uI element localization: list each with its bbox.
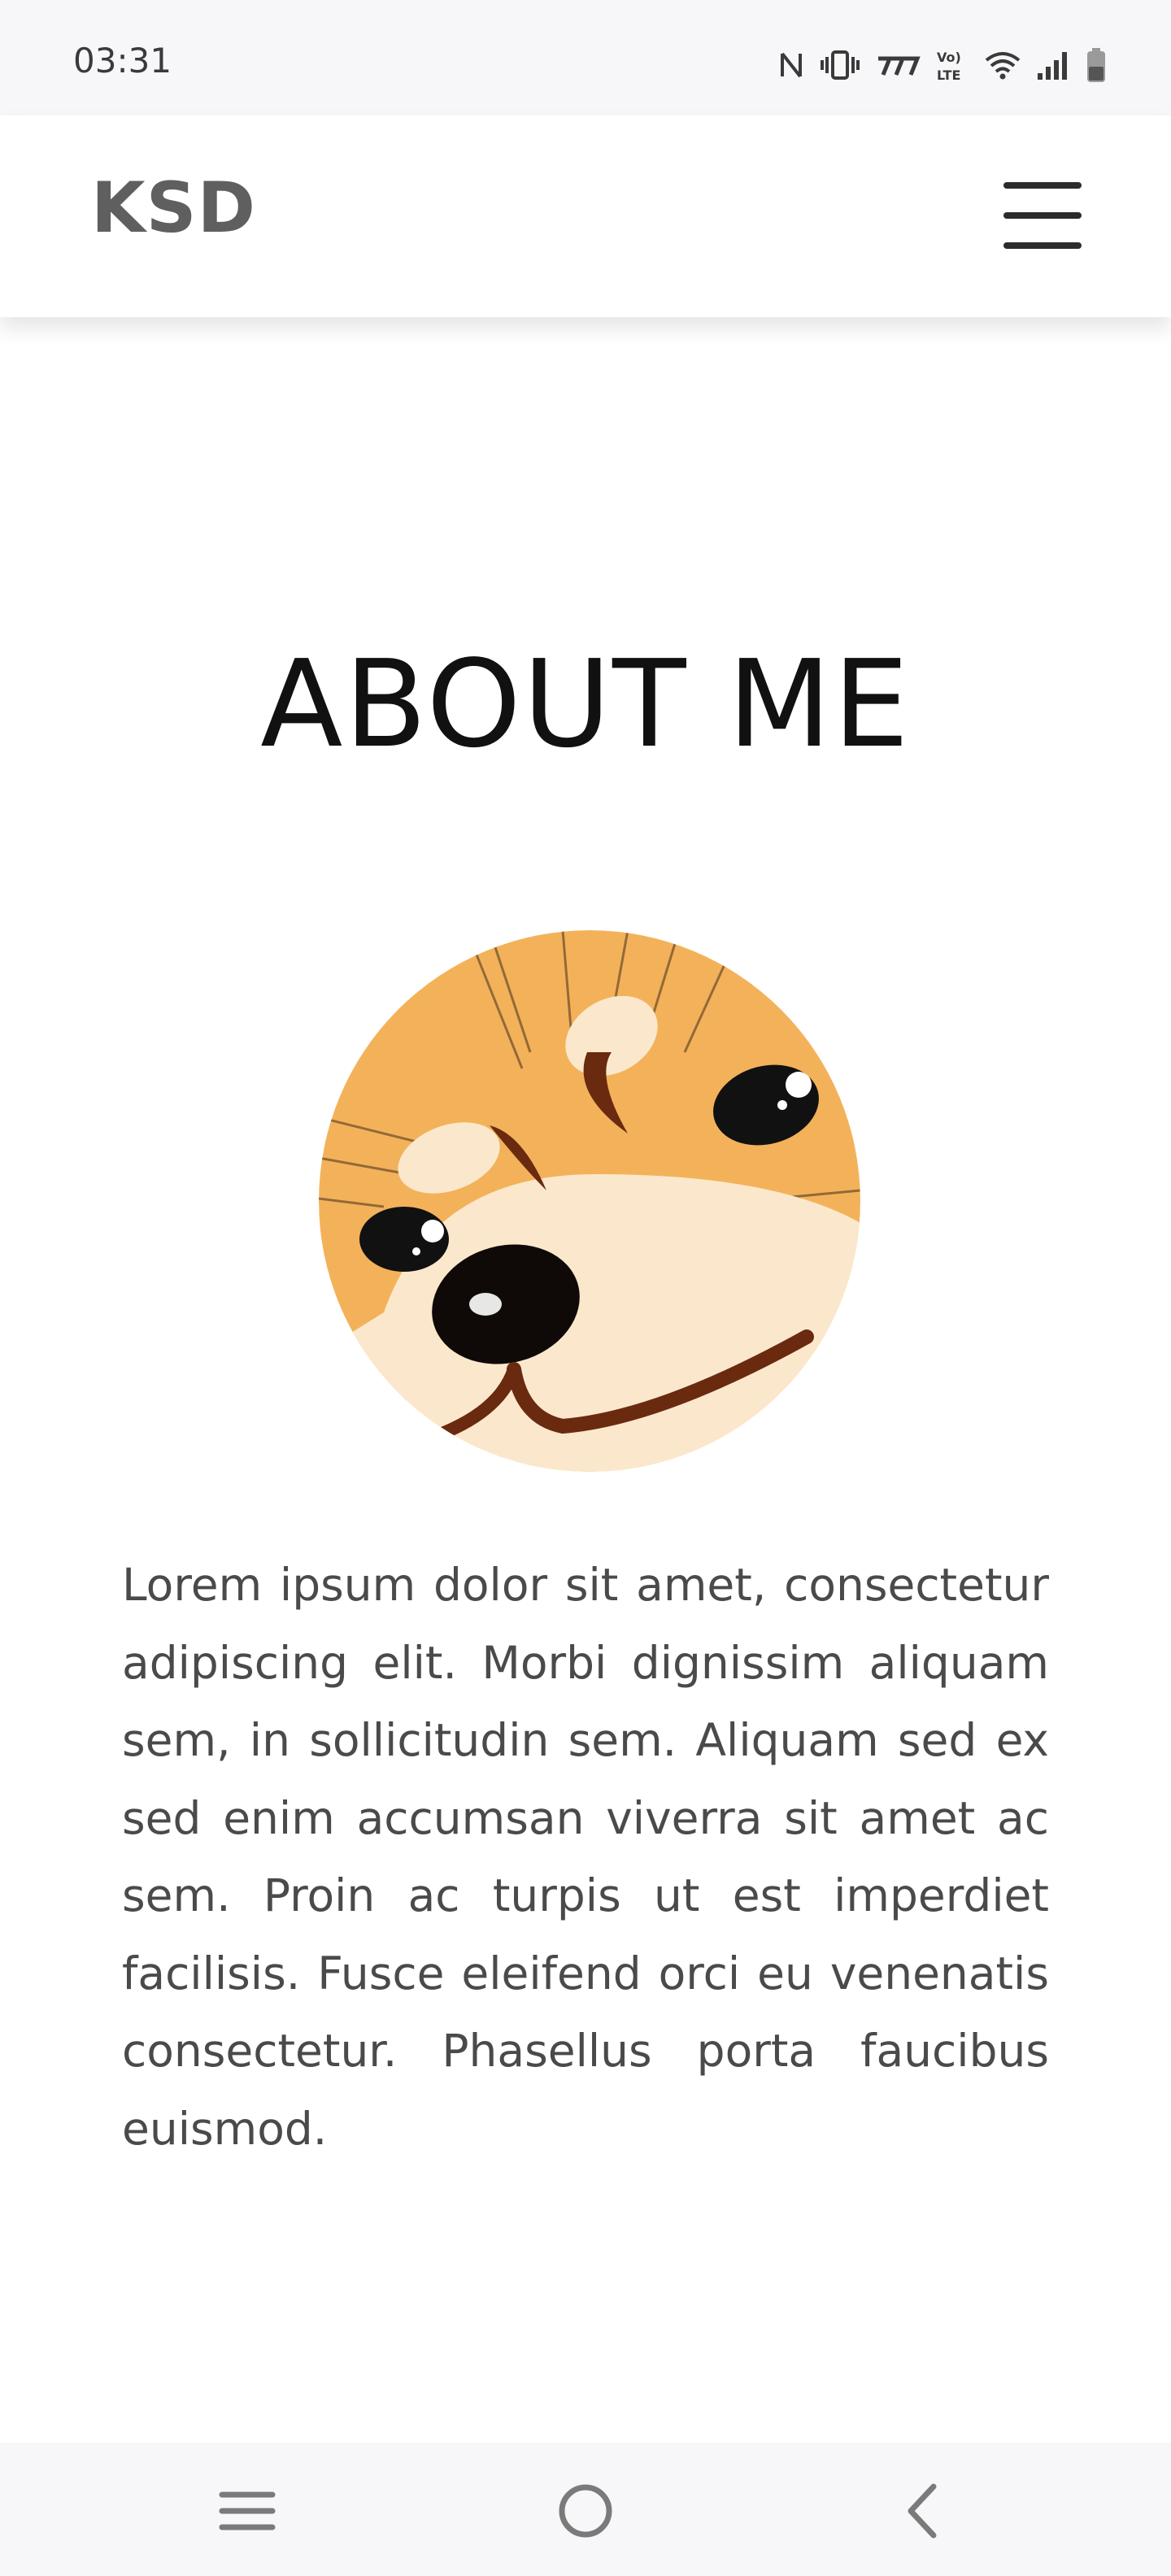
hamburger-line [1003,212,1082,219]
page-title: ABOUT ME [260,634,911,774]
wifi-icon [984,49,1021,81]
status-time: 03:31 [73,41,172,80]
back-icon[interactable] [890,2478,955,2543]
hamburger-line [1003,182,1082,189]
recent-apps-icon[interactable] [215,2478,280,2543]
vibrate-icon [820,49,860,81]
svg-text:Vo): Vo) [937,50,961,65]
signal-icon [1036,49,1072,81]
avatar [319,930,860,1472]
carrier-icon [875,49,921,81]
status-icons: Vo) LTE [777,41,1106,89]
shiba-dog-avatar [319,930,860,1472]
bio-paragraph: Lorem ipsum dolor sit amet, consectetur … [122,1559,1049,2155]
hamburger-line [1003,242,1082,249]
volte-icon: Vo) LTE [935,47,969,83]
system-navigation-bar [0,2443,1171,2576]
hamburger-menu-icon[interactable] [1003,182,1082,249]
brand-logo[interactable]: KSD [91,168,256,249]
status-bar: 03:31 Vo) LTE [0,0,1171,115]
nfc-icon [777,49,805,81]
battery-icon [1086,47,1106,83]
home-icon[interactable] [553,2478,618,2543]
svg-text:LTE: LTE [937,67,960,83]
navbar: KSD [0,115,1171,317]
